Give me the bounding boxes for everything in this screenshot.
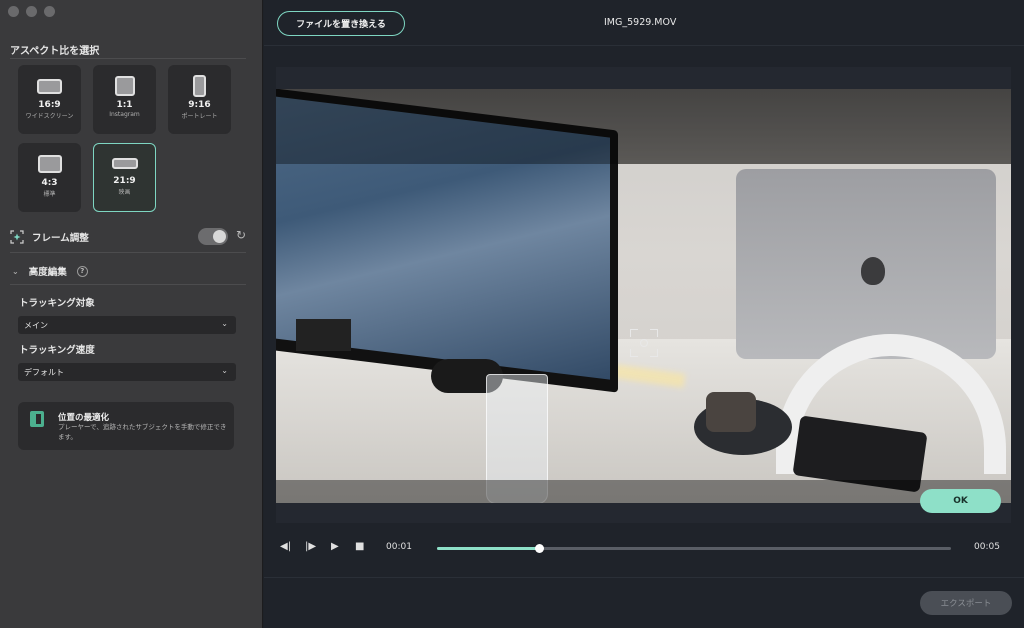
ratio-sublabel: ワイドスクリーン bbox=[25, 113, 74, 120]
ratio-label: 1:1 bbox=[116, 100, 133, 110]
video-frame bbox=[276, 89, 1011, 503]
ratio-sublabel: Instagram bbox=[109, 111, 140, 118]
landscape-standard-icon bbox=[37, 155, 62, 173]
scene-case bbox=[706, 392, 756, 432]
chevron-down-icon: ⌄ bbox=[12, 266, 19, 276]
help-icon[interactable]: ? bbox=[76, 265, 88, 277]
reset-icon[interactable]: ↻ bbox=[236, 228, 246, 242]
frame-adjust-toggle[interactable] bbox=[198, 228, 228, 245]
ratio-sublabel: 標準 bbox=[43, 191, 56, 198]
tracking-target-label: トラッキング対象 bbox=[19, 298, 95, 309]
ratio-option-4-3[interactable]: 4:3 標準 bbox=[18, 143, 81, 212]
file-name: IMG_5929.MOV bbox=[604, 17, 677, 28]
ratio-option-16-9[interactable]: 16:9 ワイドスクリーン bbox=[18, 65, 81, 134]
timeline-progress bbox=[437, 547, 540, 550]
crop-mask-bottom bbox=[276, 480, 1011, 503]
tracking-target-select[interactable]: メイン ⌄ bbox=[18, 316, 236, 334]
tracking-target-icon[interactable] bbox=[630, 329, 658, 357]
landscape-wide-icon bbox=[37, 79, 62, 94]
close-window-button[interactable] bbox=[8, 6, 19, 17]
play-icon[interactable]: ▶ bbox=[331, 541, 339, 552]
ratio-sublabel: ポートレート bbox=[181, 113, 218, 120]
tracking-speed-value: デフォルト bbox=[24, 367, 64, 377]
position-optimize-card[interactable]: 位置の最適化 プレーヤーで、追跡されたサブジェクトを手動で修正できます。 bbox=[18, 402, 234, 450]
ratio-sublabel: 映画 bbox=[118, 189, 131, 196]
frame-adjust-row: フレーム調整 ↻ bbox=[10, 227, 246, 247]
divider bbox=[10, 284, 246, 285]
ratio-label: 4:3 bbox=[41, 178, 58, 188]
advanced-edit-header[interactable]: ⌄ 高度編集 ? bbox=[12, 264, 88, 278]
playhead-handle[interactable] bbox=[535, 544, 545, 553]
main-panel: ファイルを置き換える IMG_5929.MOV OK ◀| |▶ ▶ ■ 00:… bbox=[264, 0, 1024, 628]
frame-adjust-label: フレーム調整 bbox=[32, 233, 89, 244]
ratio-option-21-9[interactable]: 21:9 映画 bbox=[93, 143, 156, 212]
cinema-wide-icon bbox=[111, 158, 138, 169]
divider bbox=[264, 45, 1024, 46]
total-time: 00:05 bbox=[974, 542, 1000, 552]
window-controls bbox=[8, 6, 55, 17]
ratio-option-9-16[interactable]: 9:16 ポートレート bbox=[168, 65, 231, 134]
app-window: アスペクト比を選択 16:9 ワイドスクリーン 1:1 Instagram 9:… bbox=[0, 0, 1024, 628]
replace-file-button[interactable]: ファイルを置き換える bbox=[277, 11, 405, 36]
ratio-label: 16:9 bbox=[38, 100, 61, 110]
ratio-option-1-1[interactable]: 1:1 Instagram bbox=[93, 65, 156, 134]
ok-button[interactable]: OK bbox=[920, 489, 1001, 513]
ratio-label: 9:16 bbox=[188, 100, 211, 110]
portrait-icon bbox=[193, 75, 206, 97]
playback-controls: ◀| |▶ ▶ ■ 00:01 00:05 bbox=[264, 537, 1024, 559]
scene-monitor-stand bbox=[296, 319, 351, 351]
frame-adjust-icon bbox=[10, 230, 24, 244]
export-button[interactable]: エクスポート bbox=[920, 591, 1012, 615]
tracking-speed-select[interactable]: デフォルト ⌄ bbox=[18, 363, 236, 381]
optimize-description: プレーヤーで、追跡されたサブジェクトを手動で修正できます。 bbox=[58, 423, 227, 441]
video-preview[interactable] bbox=[276, 67, 1011, 523]
sidebar: アスペクト比を選択 16:9 ワイドスクリーン 1:1 Instagram 9:… bbox=[0, 0, 263, 628]
aspect-ratio-title: アスペクト比を選択 bbox=[10, 46, 100, 57]
advanced-edit-label: 高度編集 bbox=[28, 267, 67, 278]
chevron-down-icon: ⌄ bbox=[221, 366, 228, 375]
tracking-target-value: メイン bbox=[24, 320, 48, 330]
previous-frame-icon[interactable]: ◀| bbox=[280, 541, 291, 552]
minimize-window-button[interactable] bbox=[26, 6, 37, 17]
tracking-speed-label: トラッキング速度 bbox=[19, 345, 95, 356]
timeline-scrubber[interactable] bbox=[437, 544, 951, 553]
stop-icon[interactable]: ■ bbox=[355, 541, 364, 552]
scene-logo bbox=[861, 257, 885, 285]
next-frame-icon[interactable]: |▶ bbox=[305, 541, 316, 552]
crop-mask-top bbox=[276, 89, 1011, 164]
ratio-label: 21:9 bbox=[113, 176, 136, 186]
square-icon bbox=[114, 76, 135, 96]
divider bbox=[264, 577, 1024, 578]
current-time: 00:01 bbox=[386, 542, 412, 552]
chevron-down-icon: ⌄ bbox=[221, 319, 228, 328]
zoom-window-button[interactable] bbox=[44, 6, 55, 17]
divider bbox=[10, 58, 246, 59]
optimize-icon bbox=[30, 411, 44, 427]
divider bbox=[10, 252, 246, 253]
